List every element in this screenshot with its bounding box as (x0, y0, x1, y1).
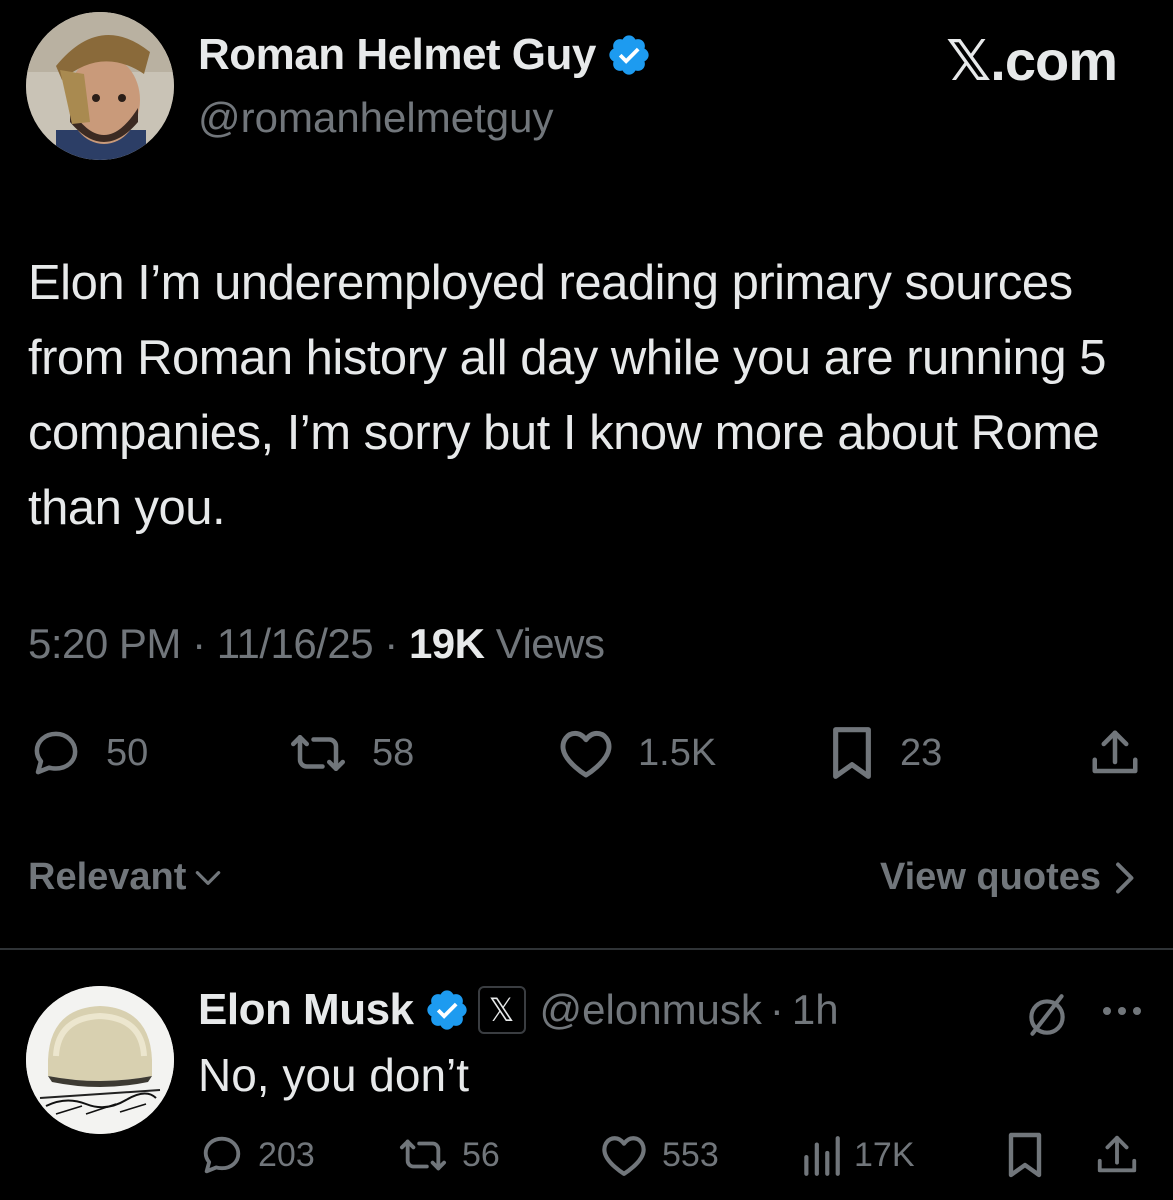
repost-count: 58 (372, 731, 415, 774)
reply-icon (198, 1132, 246, 1178)
reply-button[interactable]: 50 (28, 726, 148, 780)
reply-repost-button[interactable]: 56 (396, 1132, 500, 1178)
reply-share-button[interactable] (1094, 1132, 1140, 1178)
post-time[interactable]: 5:20 PM (28, 620, 181, 667)
repost-icon (396, 1132, 450, 1178)
bookmark-button[interactable]: 23 (826, 726, 942, 780)
reply-like-button[interactable]: 553 (598, 1132, 719, 1178)
divider (0, 948, 1173, 950)
reply-bookmark-button[interactable] (1004, 1132, 1046, 1178)
repost-count: 56 (462, 1135, 500, 1174)
reply-text: No, you don’t (198, 1049, 470, 1101)
view-quotes-label: View quotes (879, 856, 1101, 898)
heart-icon (598, 1132, 650, 1178)
analytics-icon (800, 1132, 842, 1178)
post-detail-page: Roman Helmet Guy @romanhelmetguy 𝕏.com E… (0, 0, 1173, 1200)
affiliation-badge[interactable]: 𝕏 (477, 986, 526, 1034)
views-count: 19K (408, 620, 485, 667)
repost-button[interactable]: 58 (286, 726, 414, 780)
heart-icon (556, 726, 616, 780)
reply-author-handle[interactable]: @elonmusk (540, 986, 762, 1034)
post-meta: 5:20 PM · 11/16/25 · 19K Views (28, 620, 605, 667)
bookmark-count: 23 (900, 731, 943, 774)
bookmark-icon (1004, 1131, 1046, 1179)
post-date[interactable]: 11/16/25 (217, 620, 374, 667)
reply-views-button[interactable]: 17K (800, 1132, 915, 1178)
author-name-row: Roman Helmet Guy (198, 30, 652, 80)
views-label: Views (495, 620, 605, 667)
chevron-right-icon (1111, 860, 1137, 896)
share-icon (1094, 1132, 1140, 1178)
reply-reply-button[interactable]: 203 (198, 1132, 315, 1178)
views-count: 17K (854, 1135, 915, 1174)
repost-icon (286, 726, 350, 780)
reply-author-name[interactable]: Elon Musk (198, 985, 414, 1035)
post-text: Elon I’m underemployed reading primary s… (28, 256, 1107, 535)
view-quotes-link[interactable]: View quotes (880, 856, 1137, 899)
bookmark-icon (826, 725, 878, 781)
like-count: 553 (662, 1135, 719, 1174)
reply-count: 50 (106, 731, 149, 774)
chevron-down-icon (192, 862, 224, 894)
verified-badge-icon (424, 987, 470, 1033)
reply-age[interactable]: 1h (792, 986, 839, 1034)
watermark-logo: 𝕏.com (946, 29, 1118, 92)
reply-count: 203 (258, 1135, 315, 1174)
more-options-icon[interactable] (1100, 1004, 1144, 1018)
reply-author-avatar[interactable] (26, 986, 174, 1134)
grok-icon[interactable] (1022, 990, 1072, 1040)
share-icon (1088, 726, 1142, 780)
sort-label: Relevant (28, 856, 187, 898)
reply-sort-dropdown[interactable]: Relevant (28, 856, 224, 899)
author-name[interactable]: Roman Helmet Guy (198, 30, 596, 80)
like-count: 1.5K (638, 731, 717, 774)
share-button[interactable] (1088, 726, 1142, 780)
author-handle[interactable]: @romanhelmetguy (198, 94, 553, 142)
verified-badge-icon (606, 32, 652, 78)
author-avatar[interactable] (26, 12, 174, 160)
reply-icon (28, 726, 84, 780)
reply-header: Elon Musk 𝕏 @elonmusk · 1h (198, 985, 839, 1035)
like-button[interactable]: 1.5K (556, 726, 716, 780)
